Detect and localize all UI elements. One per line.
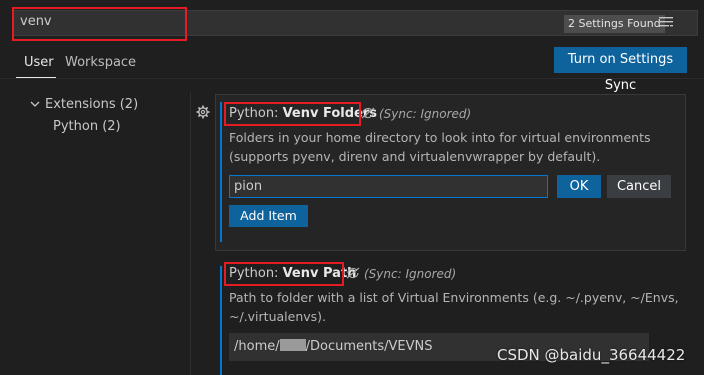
sync-ignored-icon bbox=[361, 107, 375, 119]
tab-user[interactable]: User bbox=[24, 55, 54, 70]
setting-indicator bbox=[220, 266, 222, 375]
ok-button[interactable]: OK bbox=[557, 175, 601, 198]
sync-note-text: (Sync: Ignored) bbox=[364, 267, 457, 281]
venv-folder-edit-input[interactable]: pion bbox=[229, 175, 548, 198]
tabs-divider bbox=[0, 78, 704, 79]
sync-ignored-icon bbox=[346, 267, 360, 279]
toc-python-item[interactable]: Python (2) bbox=[53, 119, 121, 134]
toc-divider bbox=[190, 92, 191, 375]
sync-ignored-note: (Sync: Ignored) bbox=[346, 267, 456, 281]
venv-path-highlight-box bbox=[224, 262, 344, 286]
search-highlight-box bbox=[12, 7, 187, 41]
redacted-username bbox=[279, 339, 306, 351]
add-item-button[interactable]: Add Item bbox=[229, 205, 308, 227]
cancel-button[interactable]: Cancel bbox=[607, 175, 671, 198]
chevron-down-icon[interactable] bbox=[29, 98, 41, 110]
path-suffix: /Documents/VEVNS bbox=[305, 339, 433, 354]
results-count-badge: 2 Settings Found bbox=[564, 15, 665, 33]
sync-note-text: (Sync: Ignored) bbox=[379, 107, 472, 121]
filter-icon[interactable] bbox=[659, 16, 675, 30]
path-prefix: /home/ bbox=[234, 339, 280, 354]
venv-folders-highlight-box bbox=[224, 102, 361, 126]
gear-icon[interactable] bbox=[196, 105, 210, 119]
setting-focus-indicator bbox=[220, 102, 222, 242]
setting-description: Folders in your home directory to look i… bbox=[229, 130, 651, 164]
watermark: CSDN @baidu_36644422 bbox=[497, 346, 686, 364]
toc-extensions-group[interactable]: Extensions (2) bbox=[45, 97, 138, 112]
tab-workspace[interactable]: Workspace bbox=[65, 55, 136, 70]
turn-on-settings-sync-button[interactable]: Turn on Settings Sync bbox=[554, 47, 687, 93]
setting-description: Path to folder with a list of Virtual En… bbox=[229, 290, 679, 324]
sync-ignored-note: (Sync: Ignored) bbox=[361, 107, 471, 121]
